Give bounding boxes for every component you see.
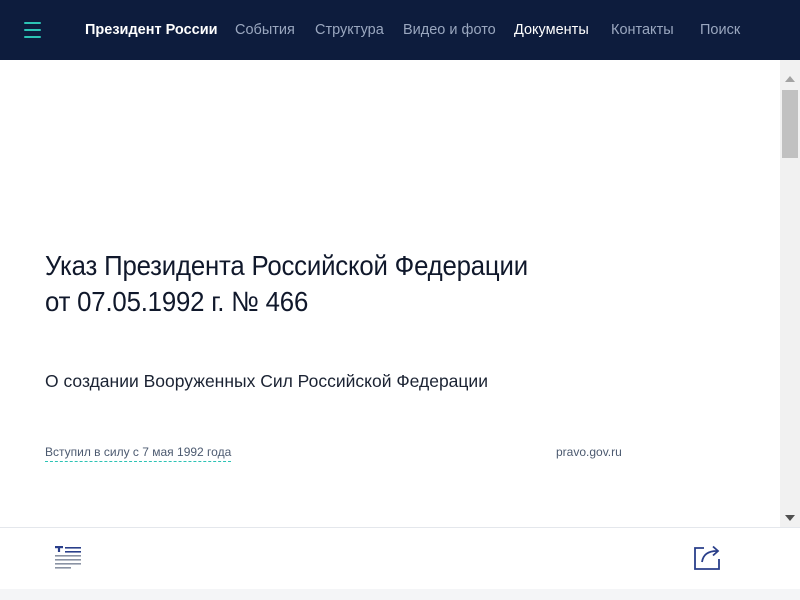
text-view-icon[interactable]	[52, 545, 84, 571]
nav-link-contacts[interactable]: Контакты	[611, 0, 674, 60]
nav-link-structure[interactable]: Структура	[315, 0, 384, 60]
document-title-line2: от 07.05.1992 г. № 466	[45, 286, 309, 317]
document-status-link[interactable]: Вступил в силу с 7 мая 1992 года	[45, 445, 232, 462]
document-content: Указ Президента Российской Федерации от …	[0, 60, 780, 527]
scroll-up-arrow-icon[interactable]	[785, 76, 795, 82]
scroll-down-arrow-icon[interactable]	[785, 515, 795, 521]
top-navigation: Президент России События Структура Видео…	[0, 0, 800, 60]
nav-link-search[interactable]: Поиск	[700, 0, 740, 60]
nav-brand-link[interactable]: Президент России	[85, 0, 218, 60]
nav-link-documents[interactable]: Документы	[514, 0, 589, 60]
document-source-link[interactable]: pravo.gov.ru	[556, 445, 622, 459]
scroll-thumb[interactable]	[782, 90, 798, 158]
nav-link-media[interactable]: Видео и фото	[403, 0, 496, 60]
hamburger-menu-icon[interactable]	[14, 16, 50, 44]
document-title: Указ Президента Российской Федерации от …	[45, 248, 528, 320]
document-subject: О создании Вооруженных Сил Российской Фе…	[45, 371, 488, 391]
share-icon[interactable]	[690, 542, 722, 572]
bottom-strip	[0, 589, 800, 600]
document-title-line1: Указ Президента Российской Федерации	[45, 250, 528, 281]
nav-link-events[interactable]: События	[235, 0, 295, 60]
page-scrollbar[interactable]	[780, 60, 800, 527]
document-toolbar	[0, 527, 800, 589]
